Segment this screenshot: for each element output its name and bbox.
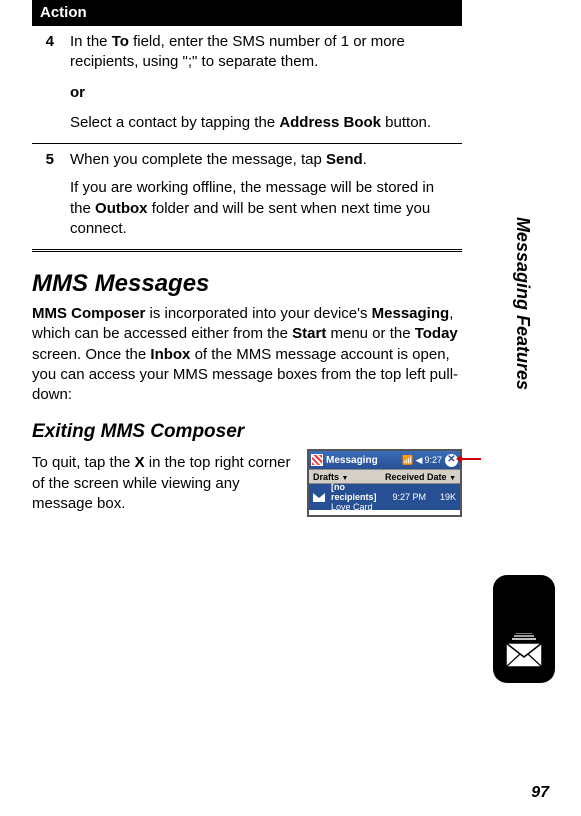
ui-label-send: Send (326, 151, 363, 168)
sound-icon: ◀ (416, 455, 423, 466)
page-number: 97 (531, 784, 549, 802)
screenshot-mockup: Messaging 📶 ◀ 9:27 ✕ Drafts ▼ Received D… (307, 449, 462, 517)
mms-paragraph: MMS Composer is incorporated into your d… (32, 304, 462, 405)
side-tab (493, 575, 555, 683)
ui-label-messaging: Messaging (372, 305, 450, 322)
table-row: 4 In the To field, enter the SMS number … (32, 26, 462, 144)
step-text: When you complete the message, tap Send.… (62, 144, 462, 251)
exit-paragraph: To quit, tap the X in the top right corn… (32, 453, 297, 514)
chevron-down-icon: ▼ (342, 475, 349, 482)
or-label: or (70, 83, 454, 103)
mail-icon (313, 493, 325, 502)
text: To quit, tap the (32, 454, 135, 471)
table-row: 5 When you complete the message, tap Sen… (32, 144, 462, 251)
message-row[interactable]: [no recipients] Love Card 9:27 PM 19K (309, 484, 460, 510)
text: . (363, 151, 367, 168)
signal-icon: 📶 (402, 455, 413, 466)
side-section-label: Messaging Features (512, 217, 533, 390)
time-label: 9:27 (424, 455, 442, 465)
ui-label-today: Today (415, 325, 458, 342)
ui-label-address-book: Address Book (279, 114, 381, 131)
ui-label-outbox: Outbox (95, 200, 148, 217)
step-number: 5 (32, 144, 62, 251)
text: button. (381, 114, 431, 131)
envelope-icon (502, 633, 546, 673)
exit-heading: Exiting MMS Composer (32, 421, 462, 443)
row-time: 9:27 PM (392, 492, 426, 502)
text: screen. Once the (32, 346, 150, 363)
text: In the (70, 33, 112, 50)
ui-label-inbox: Inbox (150, 346, 190, 363)
received-dropdown[interactable]: Received Date ▼ (385, 472, 456, 482)
screenshot-titlebar: Messaging 📶 ◀ 9:27 ✕ (309, 451, 460, 469)
drafts-label: Drafts (313, 472, 339, 482)
drafts-dropdown[interactable]: Drafts ▼ (313, 472, 348, 482)
text: When you complete the message, tap (70, 151, 326, 168)
ui-label-mms-composer: MMS Composer (32, 305, 145, 322)
titlebar-icons: 📶 ◀ 9:27 (402, 455, 442, 466)
text: is incorporated into your device's (145, 305, 371, 322)
chevron-down-icon: ▼ (449, 475, 456, 482)
callout-arrow (460, 458, 481, 460)
row-size: 19K (440, 492, 456, 502)
message-info: [no recipients] Love Card (331, 482, 386, 512)
action-table: Action 4 In the To field, enter the SMS … (32, 0, 462, 252)
step-text: In the To field, enter the SMS number of… (62, 26, 462, 144)
ui-label-start: Start (292, 325, 326, 342)
screenshot-title: Messaging (326, 455, 399, 466)
action-header: Action (32, 0, 462, 26)
subject-label: Love Card (331, 502, 386, 512)
step-number: 4 (32, 26, 62, 144)
ui-label-x: X (135, 454, 145, 471)
recipients-label: [no recipients] (331, 482, 377, 502)
text: Select a contact by tapping the (70, 114, 279, 131)
ui-label-to: To (112, 33, 129, 50)
text: menu or the (326, 325, 414, 342)
received-label: Received Date (385, 472, 447, 482)
mms-heading: MMS Messages (32, 270, 462, 298)
start-flag-icon (311, 454, 323, 466)
